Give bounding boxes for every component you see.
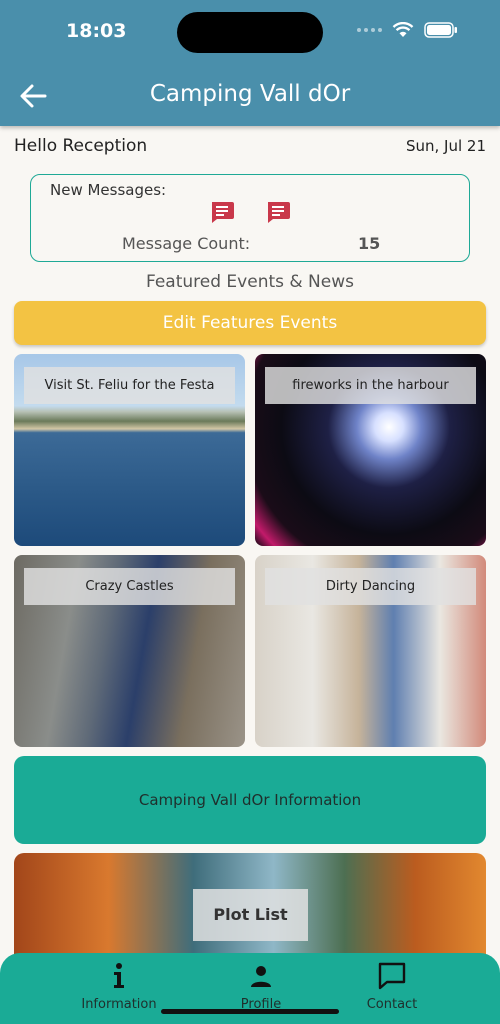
person-icon bbox=[251, 966, 271, 987]
featured-section-title: Featured Events & News bbox=[146, 272, 354, 292]
message-icon[interactable] bbox=[265, 200, 291, 224]
message-count-value: 15 bbox=[358, 234, 381, 253]
camping-information-button[interactable]: Camping Vall dOr Information bbox=[14, 756, 486, 844]
featured-tile-fireworks[interactable]: fireworks in the harbour bbox=[255, 354, 486, 546]
date-text: Sun, Jul 21 bbox=[405, 137, 486, 155]
tile-caption: fireworks in the harbour bbox=[265, 367, 476, 404]
app-bar: 18:03 Camping Vall dOr bbox=[0, 0, 500, 126]
status-icons bbox=[356, 22, 458, 38]
featured-tile-crazy-castles[interactable]: Crazy Castles bbox=[14, 555, 245, 747]
nav-item-information[interactable]: Information bbox=[54, 961, 184, 1012]
battery-icon bbox=[424, 22, 457, 38]
featured-tile-dirty-dancing[interactable]: Dirty Dancing bbox=[255, 555, 486, 747]
info-icon bbox=[114, 963, 124, 988]
wifi-icon bbox=[392, 22, 414, 37]
tile-caption: Crazy Castles bbox=[24, 568, 235, 605]
plot-list-label: Plot List bbox=[193, 889, 308, 941]
chat-bubble-icon bbox=[378, 962, 406, 990]
message-icon[interactable] bbox=[209, 200, 235, 224]
new-messages-label: New Messages: bbox=[50, 181, 167, 199]
featured-tile-festa[interactable]: Visit St. Feliu for the Festa bbox=[14, 354, 245, 546]
tile-caption: Dirty Dancing bbox=[265, 568, 476, 605]
home-indicator[interactable] bbox=[161, 1009, 339, 1014]
page-title: Camping Vall dOr bbox=[149, 81, 351, 107]
cellular-signal-icon bbox=[357, 28, 382, 32]
nav-item-contact[interactable]: Contact bbox=[327, 961, 457, 1012]
edit-featured-events-button[interactable]: Edit Features Events bbox=[14, 301, 486, 345]
dynamic-island bbox=[177, 12, 323, 53]
tile-caption: Visit St. Feliu for the Festa bbox=[24, 367, 235, 404]
nav-item-profile[interactable]: Profile bbox=[196, 961, 326, 1012]
greeting-text: Hello Reception bbox=[14, 136, 148, 156]
status-time: 18:03 bbox=[66, 20, 127, 42]
plot-list-tile[interactable]: Plot List bbox=[14, 853, 486, 963]
nav-label-contact: Contact bbox=[366, 997, 418, 1012]
new-messages-card[interactable]: New Messages: Message Count: 15 bbox=[30, 174, 470, 262]
message-count-label: Message Count: bbox=[122, 234, 251, 253]
